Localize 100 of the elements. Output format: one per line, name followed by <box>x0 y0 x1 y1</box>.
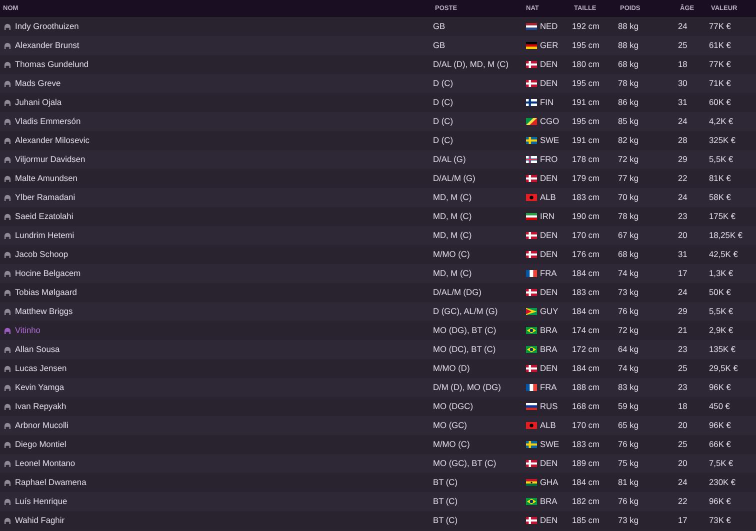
age-cell-text: 21 <box>678 324 688 337</box>
player-name[interactable]: Mads Greve <box>15 77 61 90</box>
player-name[interactable]: Viljormur Davidsen <box>15 153 86 166</box>
position-cell-text: D (C) <box>433 115 454 128</box>
player-name[interactable]: Ivan Repyakh <box>15 400 66 413</box>
player-name[interactable]: Jacob Schoop <box>15 248 68 261</box>
player-name[interactable]: Diego Montiel <box>15 438 66 451</box>
weight-cell-text: 74 kg <box>618 267 640 280</box>
player-name[interactable]: Lucas Jensen <box>15 362 67 375</box>
nationality-cell: BRA <box>540 324 558 337</box>
height-cell-text: 189 cm <box>572 457 600 470</box>
weight-cell-text: 88 kg <box>618 39 640 52</box>
age-cell-text: 17 <box>678 514 688 527</box>
player-name[interactable]: Alexander Milosevic <box>15 134 90 147</box>
height-cell-text: 183 cm <box>572 191 600 204</box>
age-cell-text: 23 <box>678 210 688 223</box>
nationality-cell: DEN <box>540 286 558 299</box>
nationality-cell: FIN <box>540 96 554 109</box>
position-cell-text: MO (GC), BT (C) <box>433 457 498 470</box>
position-cell-text: MD, M (C) <box>433 210 473 223</box>
player-name[interactable]: Lundrim Hetemi <box>15 229 74 242</box>
flag-icon <box>526 60 537 68</box>
nationality-cell: FRO <box>540 153 558 166</box>
position-cell-text: BT (C) <box>433 495 459 508</box>
player-name[interactable]: Allan Sousa <box>15 343 60 356</box>
age-cell-text: 20 <box>678 457 688 470</box>
player-name[interactable]: Alexander Brunst <box>15 39 80 52</box>
value-cell-text: 175K € <box>709 210 737 223</box>
height-cell-text: 195 cm <box>572 77 600 90</box>
weight-cell-text: 86 kg <box>618 96 640 109</box>
age-cell-text: 20 <box>678 229 688 242</box>
value-cell-text: 60K € <box>709 96 732 109</box>
height-cell-text: 185 cm <box>572 514 600 527</box>
position-cell-text: D (GC), AL/M (G) <box>433 305 499 318</box>
flag-icon <box>526 22 537 30</box>
nationality-cell: BRA <box>540 343 558 356</box>
nationality-cell: SWE <box>540 134 560 147</box>
player-name[interactable]: Saeid Ezatolahi <box>15 210 74 223</box>
age-cell-text: 24 <box>678 286 688 299</box>
position-cell-text: D/AL/M (G) <box>433 172 476 185</box>
value-cell-text: 66K € <box>709 438 732 451</box>
flag-icon <box>526 346 537 353</box>
weight-cell-text: 81 kg <box>618 476 640 489</box>
flag-icon <box>526 42 537 49</box>
age-cell-text: 31 <box>678 96 688 109</box>
weight-cell-text: 76 kg <box>618 305 640 318</box>
player-name[interactable]: Luís Henrique <box>15 495 68 508</box>
position-cell-text: BT (C) <box>433 514 459 527</box>
height-cell-text: 179 cm <box>572 172 600 185</box>
value-cell-text: 29,5K € <box>709 362 739 375</box>
position-cell-text: MO (GC) <box>433 419 468 432</box>
height-cell-text: 191 cm <box>572 96 600 109</box>
age-cell-text: 24 <box>678 476 688 489</box>
value-cell-text: 450 € <box>709 400 731 413</box>
flag-icon <box>526 194 537 201</box>
height-cell-text: 195 cm <box>572 115 600 128</box>
nationality-cell: GUY <box>540 305 558 318</box>
player-name[interactable]: Hocine Belgacem <box>15 267 81 280</box>
value-cell-text: 96K € <box>709 419 732 432</box>
position-cell-text: MO (DC), BT (C) <box>433 343 497 356</box>
player-name[interactable]: Leonel Montano <box>15 457 76 470</box>
value-cell-text: 7,5K € <box>709 457 734 470</box>
age-cell-text: 25 <box>678 39 688 52</box>
nationality-cell: DEN <box>540 514 558 527</box>
player-name[interactable]: Vladis Emmersón <box>15 115 81 128</box>
flag-icon <box>526 402 537 410</box>
position-cell-text: MD, M (C) <box>433 229 473 242</box>
player-name[interactable]: Indy Groothuizen <box>15 20 79 33</box>
nationality-cell: NED <box>540 20 558 33</box>
value-cell-text: 1,3K € <box>709 267 734 280</box>
position-cell-text: D (C) <box>433 96 454 109</box>
player-name[interactable]: Tobias Mølgaard <box>15 286 77 299</box>
player-name[interactable]: Kevin Yamga <box>15 381 64 394</box>
flag-icon <box>526 498 537 505</box>
player-name[interactable]: Vitinho <box>15 324 40 337</box>
player-name[interactable]: Malte Amundsen <box>15 172 78 185</box>
position-cell-text: D/AL/M (DG) <box>433 286 482 299</box>
nationality-cell: BRA <box>540 495 558 508</box>
nationality-cell: DEN <box>540 248 558 261</box>
weight-cell-text: 78 kg <box>618 77 640 90</box>
position-cell-text: D (C) <box>433 134 454 147</box>
player-name[interactable]: Wahid Faghir <box>15 514 64 527</box>
player-name[interactable]: Raphael Dwamena <box>15 476 86 489</box>
height-cell-text: 183 cm <box>572 438 600 451</box>
nationality-cell: SWE <box>540 438 560 451</box>
player-name[interactable]: Ylber Ramadani <box>15 191 76 204</box>
height-cell-text: 168 cm <box>572 400 600 413</box>
height-cell-text: 192 cm <box>572 20 600 33</box>
player-name[interactable]: Matthew Briggs <box>15 305 73 318</box>
nationality-cell: ALB <box>540 419 556 432</box>
weight-cell-text: 82 kg <box>618 134 640 147</box>
player-name[interactable]: Thomas Gundelund <box>15 58 89 71</box>
flag-icon <box>526 460 537 467</box>
player-name[interactable]: Juhani Ojala <box>15 96 62 109</box>
position-cell-text: M/MO (C) <box>433 438 471 451</box>
height-cell-text: 178 cm <box>572 153 600 166</box>
weight-cell-text: 70 kg <box>618 191 640 204</box>
value-cell-text: 50K € <box>709 286 732 299</box>
nationality-cell: DEN <box>540 77 558 90</box>
player-name[interactable]: Arbnor Mucolli <box>15 419 69 432</box>
